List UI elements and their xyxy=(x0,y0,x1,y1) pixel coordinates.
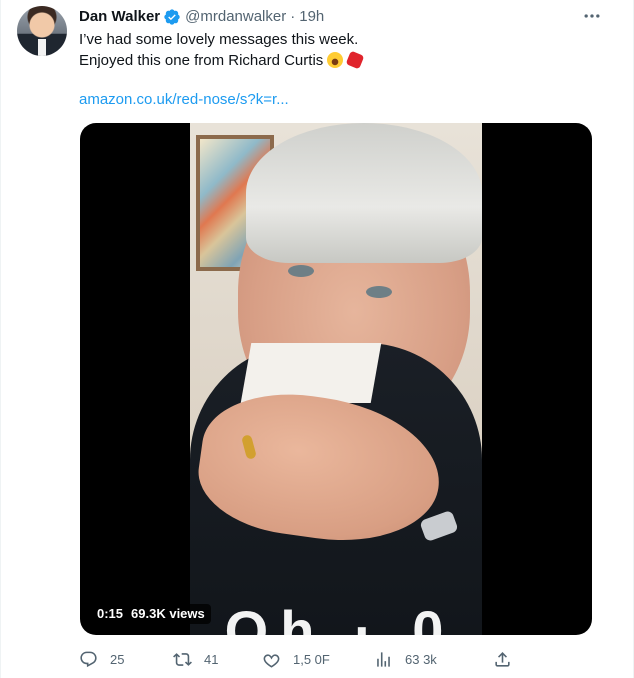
views-count: 63 3k xyxy=(405,651,437,667)
avatar[interactable] xyxy=(17,6,67,56)
tweet-link[interactable]: amazon.co.uk/red-nose/s?k=r... xyxy=(79,91,289,108)
share-button[interactable] xyxy=(493,647,512,671)
more-options-icon[interactable] xyxy=(581,6,603,26)
video-duration: 0:15 xyxy=(97,606,124,621)
video-player[interactable]: Oh · 0 0:15 69.3K views xyxy=(80,123,592,635)
views-button[interactable]: 63 3k xyxy=(374,647,437,671)
person-collar xyxy=(240,343,382,403)
tweet-text-line-2-text: Enjoyed this one from Richard Curtis xyxy=(79,52,324,69)
person-left-eye xyxy=(288,265,314,277)
video-stats-badge: 0:15 69.3K views xyxy=(91,604,211,624)
laughing-face-emoji xyxy=(327,52,344,68)
reply-icon xyxy=(80,651,97,667)
views-bar-chart-icon xyxy=(377,651,390,667)
avatar-shirt xyxy=(38,39,46,56)
video-caption: Oh · 0 xyxy=(224,599,456,636)
person-hair xyxy=(246,123,482,263)
action-bar: 25 41 1,5 0F 63 3k xyxy=(79,647,519,671)
tweet-card[interactable]: Dan Walker @mrdanwalker · 19h I’ve had s… xyxy=(0,0,634,678)
share-icon xyxy=(495,651,510,667)
tweet-text-line-2: Enjoyed this one from Richard Curtis xyxy=(79,50,599,71)
separator-dot: · xyxy=(290,8,296,25)
tweet-text-line-1: I’ve had some lovely messages this week. xyxy=(79,31,359,48)
author-handle[interactable]: @mrdanwalker xyxy=(185,7,286,27)
video-frame: Oh · 0 xyxy=(190,123,482,635)
retweet-icon xyxy=(173,652,192,666)
author-name[interactable]: Dan Walker xyxy=(79,7,160,27)
heart-icon xyxy=(263,653,280,668)
retweet-count: 41 xyxy=(204,651,219,667)
stop-sign-emoji xyxy=(345,50,365,70)
tweet-timestamp[interactable]: 19h xyxy=(299,7,324,27)
like-count: 1,5 0F xyxy=(293,651,330,667)
like-button[interactable]: 1,5 0F xyxy=(262,647,330,671)
retweet-button[interactable]: 41 xyxy=(173,647,218,671)
video-views: 69.3K views xyxy=(131,606,205,621)
person-right-eye xyxy=(366,286,392,298)
reply-button[interactable]: 25 xyxy=(79,647,124,671)
tweet-text: I’ve had some lovely messages this week.… xyxy=(79,29,599,71)
verified-badge-icon xyxy=(163,8,181,26)
tweet-header: Dan Walker @mrdanwalker · 19h xyxy=(79,7,324,27)
reply-count: 25 xyxy=(110,651,125,667)
